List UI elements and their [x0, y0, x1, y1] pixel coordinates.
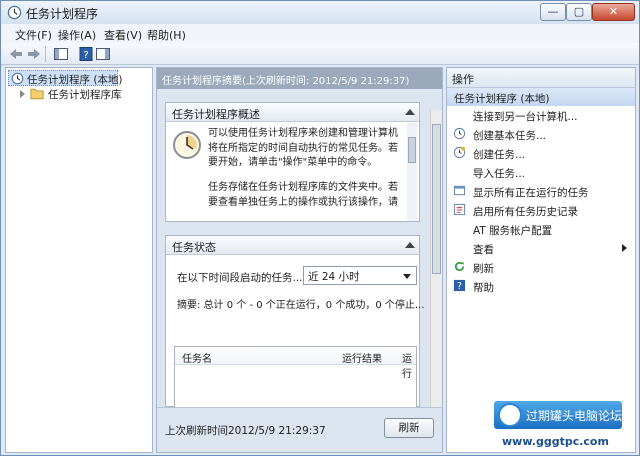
action-at-service-config[interactable]: AT 服务帐户配置 [447, 220, 635, 239]
summary-header: 任务计划程序摘要(上次刷新时间: 2012/5/9 21:29:37) [157, 68, 442, 89]
running-tasks-icon [453, 185, 466, 196]
submenu-arrow-icon [622, 244, 627, 252]
watermark-url: www.gggtpc.com [502, 435, 609, 448]
dropdown-arrow-icon [403, 274, 411, 279]
navigation-tree: 任务计划程序 (本地) 任务计划程序库 [5, 67, 153, 453]
action-label: 连接到另一台计算机... [473, 111, 578, 123]
show-hide-action-pane-icon[interactable] [95, 46, 111, 62]
tree-node-local-scheduler[interactable]: 任务计划程序 (本地) [8, 70, 123, 86]
action-label: 刷新 [473, 263, 494, 275]
task-status-section: 任务状态 在以下时间段启动的任务... 近 24 小时 摘要: 总计 0 个 -… [165, 235, 424, 407]
action-import-task[interactable]: 导入任务... [447, 163, 635, 182]
basic-task-icon [453, 127, 466, 140]
action-create-basic-task[interactable]: 创建基本任务... [447, 125, 635, 144]
action-help[interactable]: ? 帮助 [447, 277, 635, 296]
task-scheduler-window: 任务计划程序 — ▢ ✕ 文件(F) 操作(A) 查看(V) 帮助(H) ? 任… [0, 0, 640, 456]
help-icon: ? [453, 279, 466, 292]
summary-footer: 上次刷新时间2012/5/9 21:29:37 刷新 [157, 407, 442, 452]
clock-icon [11, 72, 24, 85]
watermark-banner: 过期罐头电脑论坛 [494, 401, 622, 429]
period-label: 在以下时间段启动的任务... [177, 272, 303, 284]
task-status-title: 任务状态 [172, 241, 216, 254]
table-header: 任务名 运行结果 运行 [175, 347, 416, 380]
action-view-menu[interactable]: 查看 [447, 239, 635, 258]
status-summary: 摘要: 总计 0 个 - 0 个正在运行，0 个成功，0 个停止... [177, 300, 425, 311]
minimize-button[interactable]: — [540, 3, 566, 21]
help-book-icon[interactable]: ? [78, 46, 94, 62]
svg-text:?: ? [457, 281, 462, 292]
watermark-name: 过期罐头电脑论坛 [526, 409, 623, 423]
collapse-icon[interactable] [405, 109, 415, 115]
history-icon [453, 203, 466, 216]
menu-file[interactable]: 文件(F) [15, 27, 52, 43]
overview-scrollbar[interactable] [407, 123, 417, 221]
summary-scrollbar[interactable] [430, 110, 442, 407]
menu-action[interactable]: 操作(A) [58, 27, 96, 43]
column-header-run-result[interactable]: 运行结果 [342, 350, 382, 365]
forward-arrow-icon[interactable] [26, 46, 42, 62]
menu-bar: 文件(F) 操作(A) 查看(V) 帮助(H) [1, 24, 639, 43]
action-label: 帮助 [473, 282, 494, 294]
svg-text:?: ? [83, 50, 88, 61]
action-enable-history[interactable]: 启用所有任务历史记录 [447, 201, 635, 220]
action-label: 查看 [473, 244, 494, 256]
back-arrow-icon[interactable] [8, 46, 24, 62]
toolbar: ? [1, 43, 639, 65]
close-button[interactable]: ✕ [592, 3, 635, 21]
overview-section: 任务计划程序概述 可以使用任务计划程序来创建和管理计算机将在所指定的时间自动执行… [165, 102, 420, 222]
menu-help[interactable]: 帮助(H) [147, 27, 186, 43]
watermark-logo-icon [498, 403, 522, 427]
menu-view[interactable]: 查看(V) [104, 27, 142, 43]
action-label: 启用所有任务历史记录 [473, 206, 578, 218]
summary-body: 任务计划程序概述 可以使用任务计划程序来创建和管理计算机将在所指定的时间自动执行… [157, 89, 442, 407]
period-value: 近 24 小时 [308, 271, 360, 283]
folder-icon [30, 88, 44, 100]
action-label: 创建基本任务... [473, 130, 547, 142]
period-select[interactable]: 近 24 小时 [303, 266, 417, 285]
action-create-task[interactable]: 创建任务... [447, 144, 635, 163]
tree-node-label: 任务计划程序 (本地) [27, 74, 123, 86]
overview-title: 任务计划程序概述 [172, 108, 260, 121]
show-hide-tree-icon[interactable] [53, 46, 69, 62]
clock-icon [7, 5, 22, 20]
last-refresh-time: 上次刷新时间2012/5/9 21:29:37 [165, 425, 326, 437]
action-show-running-tasks[interactable]: 显示所有正在运行的任务 [447, 182, 635, 201]
actions-pane: 操作 任务计划程序 (本地) 连接到另一台计算机... 创建基本任务... 创建… [446, 67, 636, 453]
toolbar-separator [45, 46, 46, 62]
refresh-icon [455, 261, 465, 271]
refresh-button[interactable]: 刷新 [384, 418, 434, 438]
clock-icon [173, 131, 201, 159]
action-label: 显示所有正在运行的任务 [473, 187, 589, 199]
task-status-header[interactable]: 任务状态 [166, 236, 419, 255]
action-label: AT 服务帐户配置 [473, 225, 553, 237]
action-connect-computer[interactable]: 连接到另一台计算机... [447, 106, 635, 125]
action-label: 创建任务... [473, 149, 526, 161]
maximize-button[interactable]: ▢ [566, 3, 592, 21]
summary-pane: 任务计划程序摘要(上次刷新时间: 2012/5/9 21:29:37) 任务计划… [156, 67, 443, 453]
overview-text-1: 可以使用任务计划程序来创建和管理计算机将在所指定的时间自动执行的常见任务。若要开… [208, 128, 398, 168]
scroll-thumb[interactable] [408, 137, 416, 163]
window-title: 任务计划程序 [26, 7, 99, 21]
task-status-table: 任务名 运行结果 运行 [174, 346, 417, 407]
expand-arrow-icon[interactable] [20, 90, 25, 98]
collapse-icon[interactable] [405, 242, 415, 248]
column-header-task-name[interactable]: 任务名 [182, 350, 212, 365]
actions-title: 操作 [447, 68, 635, 88]
actions-group-local-scheduler[interactable]: 任务计划程序 (本地) [447, 88, 635, 106]
scroll-thumb[interactable] [432, 124, 441, 274]
overview-text-2: 任务存储在任务计划程序库的文件夹中。若要查看单独任务上的操作或执行该操作，请 [208, 182, 398, 208]
task-icon [453, 146, 466, 159]
column-header-run[interactable]: 运行 [402, 350, 416, 380]
action-refresh[interactable]: 刷新 [447, 258, 635, 277]
overview-header[interactable]: 任务计划程序概述 [166, 103, 419, 122]
watermark: 过期罐头电脑论坛 www.gggtpc.com [494, 401, 622, 451]
action-label: 导入任务... [473, 168, 526, 180]
tree-node-label: 任务计划程序库 [48, 89, 122, 101]
title-bar[interactable]: 任务计划程序 — ▢ ✕ [1, 1, 639, 24]
